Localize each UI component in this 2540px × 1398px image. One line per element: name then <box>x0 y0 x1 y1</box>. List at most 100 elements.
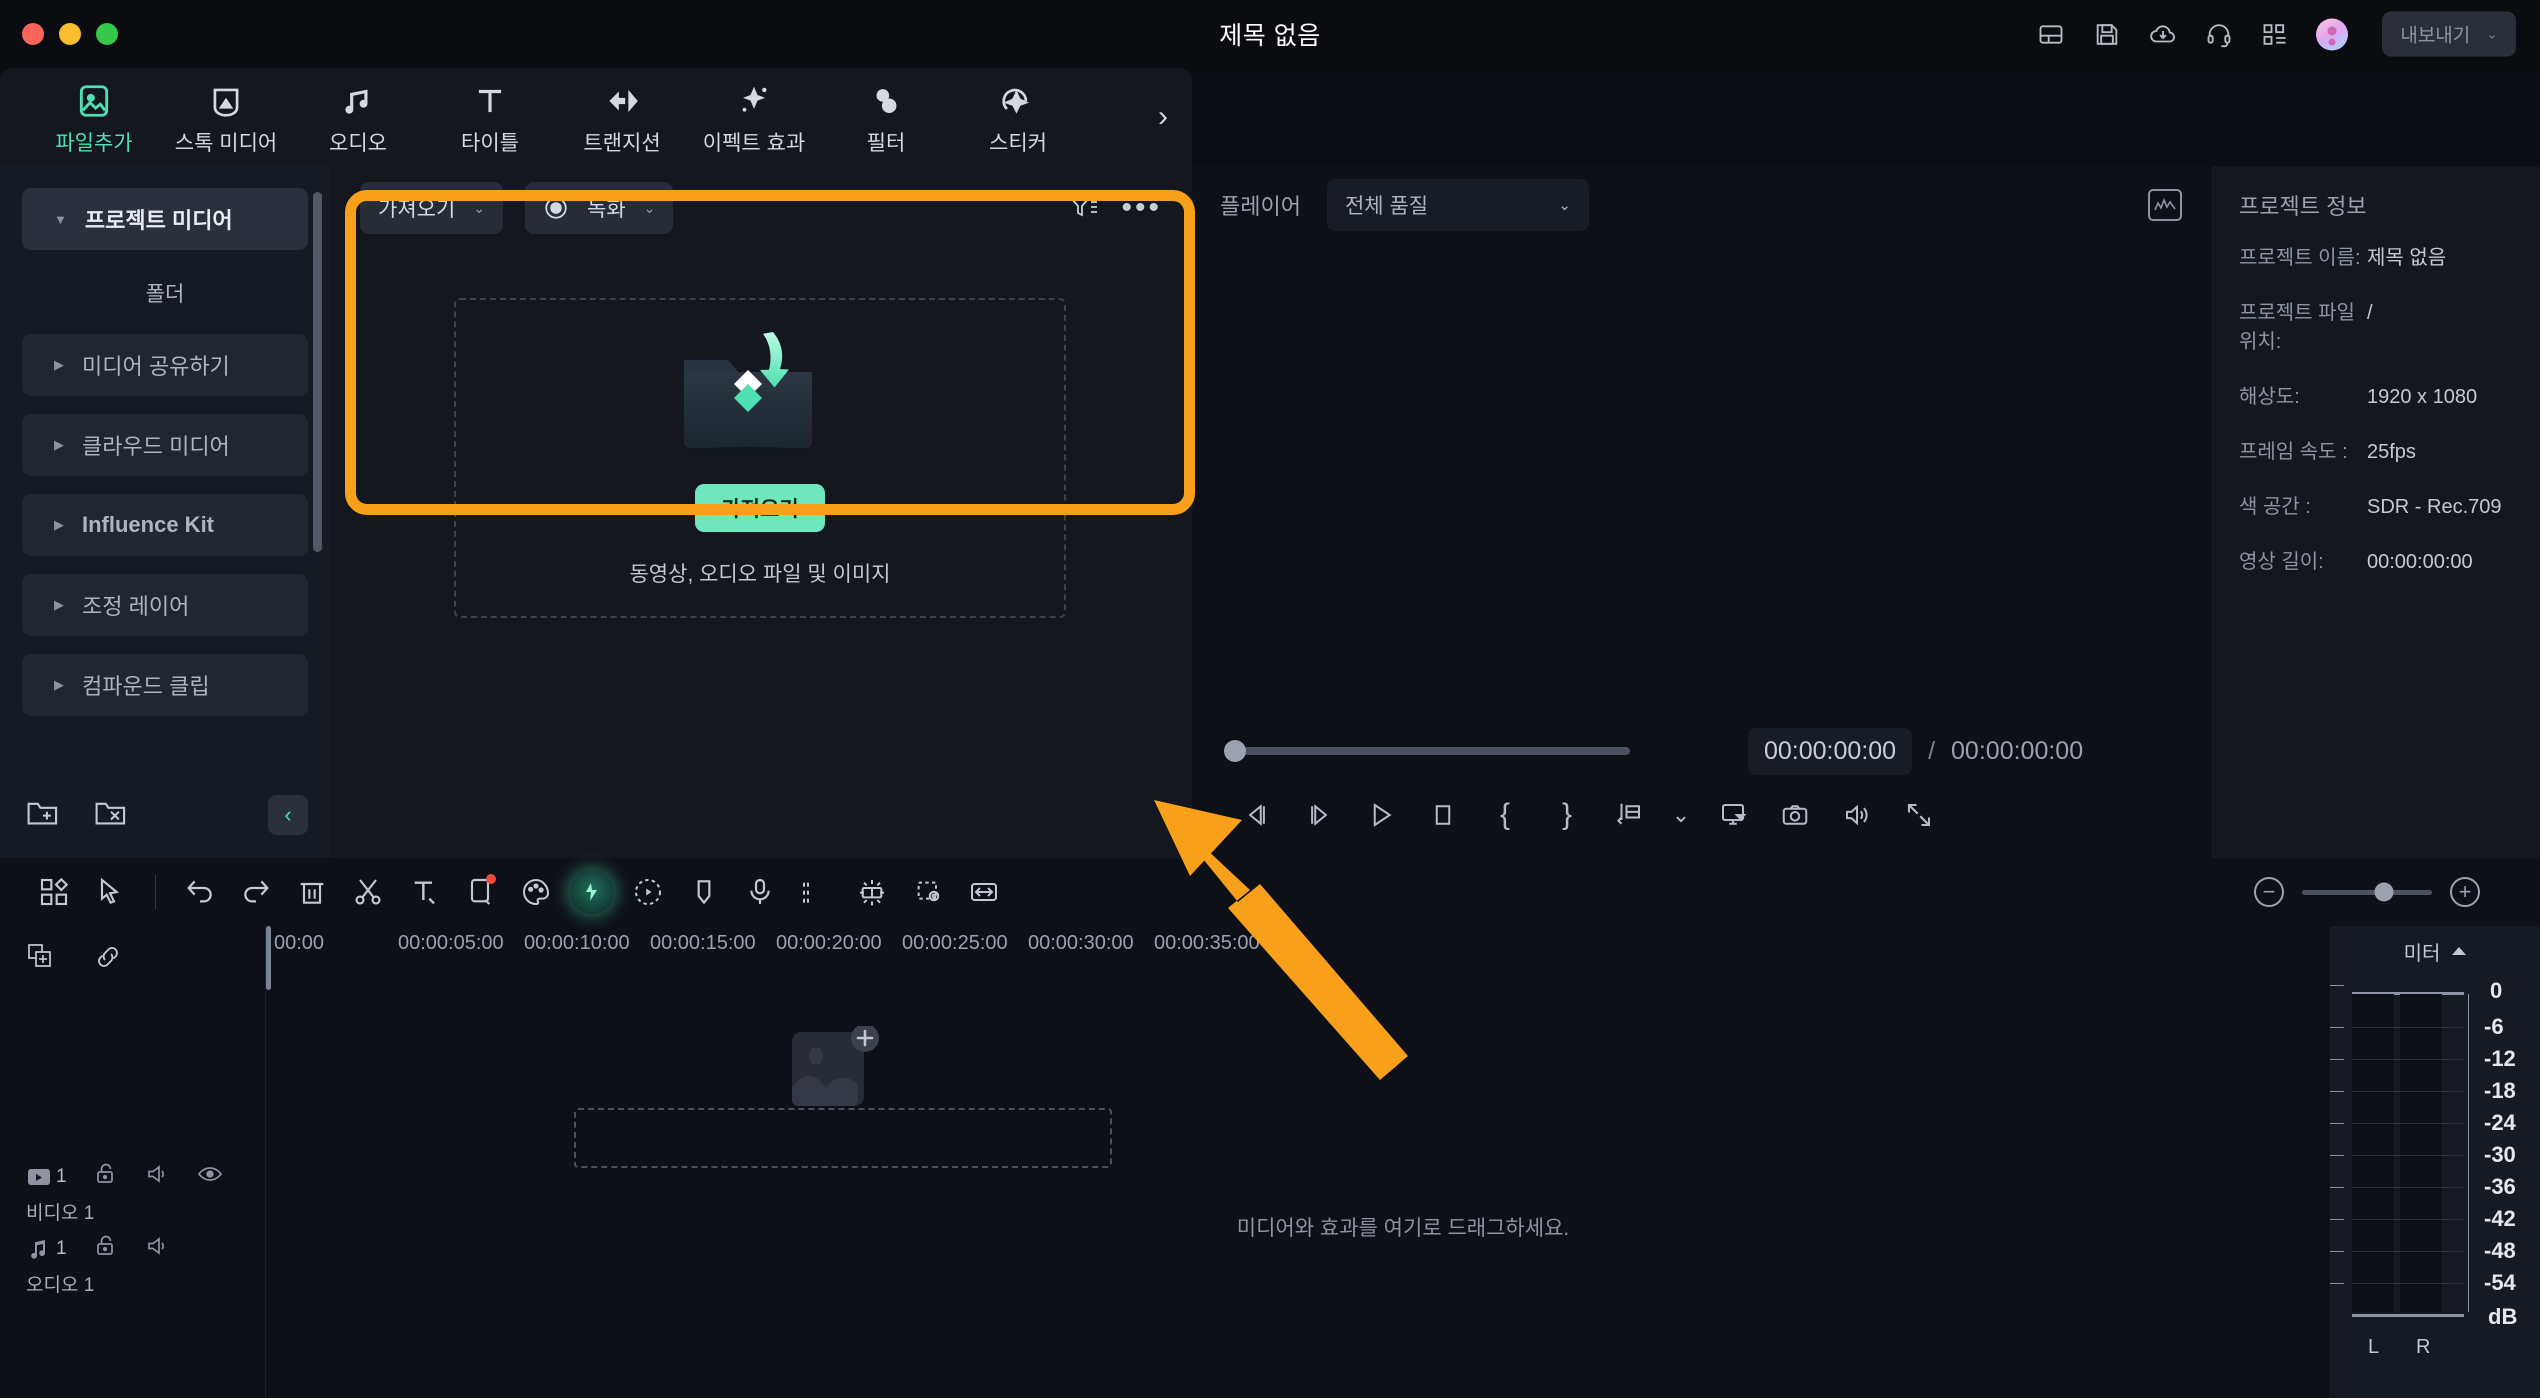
player-canvas[interactable] <box>1192 244 2210 718</box>
tab-label: 스톡 미디어 <box>174 131 278 155</box>
stop-icon[interactable] <box>1412 800 1474 830</box>
more-dots-icon[interactable]: ••• <box>1121 193 1162 223</box>
sidebar-item-cloud-media[interactable]: ▶ 클라우드 미디어 <box>22 414 308 476</box>
selection-tool-icon[interactable] <box>82 864 138 920</box>
sidebar-item-adjustment-layer[interactable]: ▶ 조정 레이어 <box>22 574 308 636</box>
seek-slider[interactable] <box>1224 740 1630 762</box>
crop-icon[interactable] <box>452 864 508 920</box>
playhead[interactable] <box>266 926 271 990</box>
tab-effects[interactable]: 이펙트 효과 <box>688 78 820 157</box>
undo-icon[interactable] <box>172 864 228 920</box>
prev-frame-icon[interactable] <box>1226 800 1288 830</box>
meter-title-row[interactable]: 미터 <box>2330 926 2540 976</box>
mute-icon[interactable] <box>145 1234 171 1263</box>
tab-stock-media[interactable]: 스톡 미디어 <box>160 78 292 157</box>
sidebar-item-project-media[interactable]: ▼ 프로젝트 미디어 <box>22 188 308 250</box>
sidebar-item-share-media[interactable]: ▶ 미디어 공유하기 <box>22 334 308 396</box>
zoom-slider-knob[interactable] <box>2374 882 2394 902</box>
close-window-button[interactable] <box>22 23 44 45</box>
next-frame-icon[interactable] <box>1288 800 1350 830</box>
sidebar-item-folder[interactable]: 폴더 <box>22 268 308 318</box>
tab-label: 스티커 <box>989 131 1047 155</box>
timeline-track-area[interactable]: 00:00 00:00:05:00 00:00:10:00 00:00:15:0… <box>265 926 2540 1398</box>
collapse-triangle-icon[interactable] <box>2452 947 2467 955</box>
marker-icon[interactable] <box>676 864 732 920</box>
zoom-in-button[interactable]: + <box>2450 877 2480 907</box>
import-dropdown-button[interactable]: 가져오기 ⌄ <box>360 182 504 234</box>
link-clips-icon[interactable] <box>92 942 124 977</box>
new-folder-icon[interactable] <box>26 798 60 833</box>
volume-icon[interactable] <box>1826 800 1888 830</box>
cloud-upload-icon[interactable] <box>2148 19 2178 49</box>
tabs-next-chevron-icon[interactable]: › <box>1158 100 1168 134</box>
voiceover-mic-icon[interactable] <box>732 864 788 920</box>
mute-icon[interactable] <box>145 1162 171 1191</box>
green-screen-icon[interactable] <box>844 864 900 920</box>
track-header-audio[interactable]: 1 오디오 1 <box>26 1234 171 1297</box>
add-text-icon[interactable] <box>396 864 452 920</box>
zoom-slider[interactable] <box>2302 882 2432 902</box>
window-controls[interactable] <box>22 23 118 45</box>
lock-icon[interactable] <box>93 1162 119 1191</box>
background-remove-icon[interactable] <box>900 864 956 920</box>
sidebar-scrollbar[interactable] <box>313 192 322 552</box>
delete-folder-icon[interactable] <box>94 798 128 833</box>
sidebar-item-influence-kit[interactable]: ▶ Influence Kit <box>22 494 308 556</box>
filter-sort-icon[interactable] <box>1067 193 1099 223</box>
split-marker-icon[interactable] <box>1598 800 1660 830</box>
seek-knob[interactable] <box>1224 740 1246 762</box>
tab-audio[interactable]: 오디오 <box>292 78 424 157</box>
tool-tabs: 파일추가 스톡 미디어 오디오 타이틀 트랜지션 이펙트 효과 필터 스티커 › <box>0 68 1192 166</box>
layout-panel-icon[interactable] <box>2036 19 2066 49</box>
fit-to-screen-icon[interactable] <box>956 864 1012 920</box>
quality-dropdown[interactable]: 전체 품질 ⌄ <box>1326 179 1589 231</box>
ai-tools-icon[interactable] <box>564 864 620 920</box>
track-header-video[interactable]: 1 비디오 1 <box>26 1162 223 1225</box>
lock-icon[interactable] <box>93 1234 119 1263</box>
headset-support-icon[interactable] <box>2204 19 2234 49</box>
minimize-window-button[interactable] <box>59 23 81 45</box>
chevron-left-icon[interactable]: ‹ <box>268 795 308 835</box>
snapshot-camera-icon[interactable] <box>1764 800 1826 830</box>
screen-cast-icon[interactable] <box>1702 800 1764 830</box>
audio-detach-icon[interactable] <box>788 864 844 920</box>
tab-sticker[interactable]: 스티커 <box>952 78 1084 157</box>
maximize-window-button[interactable] <box>96 23 118 45</box>
delete-icon[interactable] <box>284 864 340 920</box>
color-palette-icon[interactable] <box>508 864 564 920</box>
meter-title: 미터 <box>2403 942 2441 965</box>
current-time[interactable]: 00:00:00:00 <box>1748 727 1913 775</box>
waveform-scope-icon[interactable] <box>2148 189 2182 221</box>
redo-icon[interactable] <box>228 864 284 920</box>
timeline-canvas[interactable]: 미디어와 효과를 여기로 드래그하세요. <box>266 990 2540 1398</box>
zoom-out-button[interactable]: − <box>2254 877 2284 907</box>
split-scissors-icon[interactable] <box>340 864 396 920</box>
media-panel: 가져오기 ⌄ 녹화 ⌄ ••• 가져오기 동영상, 오디오 파일 및 이미지 <box>330 166 1192 858</box>
record-dropdown-button[interactable]: 녹화 ⌄ <box>525 182 674 234</box>
motion-tracking-icon[interactable] <box>620 864 676 920</box>
add-track-icon[interactable] <box>26 942 58 977</box>
info-key: 프레임 속도 : <box>2239 441 2348 463</box>
sidebar-item-compound-clip[interactable]: ▶ 컴파운드 클립 <box>22 654 308 716</box>
tab-media-add[interactable]: 파일추가 <box>28 78 160 157</box>
timeline-ruler[interactable]: 00:00 00:00:05:00 00:00:10:00 00:00:15:0… <box>266 926 2540 990</box>
apps-grid-icon[interactable] <box>2260 19 2290 49</box>
caret-right-icon: ▶ <box>54 597 64 612</box>
avatar[interactable] <box>2316 18 2349 50</box>
timeline-drop-strip[interactable] <box>574 1108 1112 1168</box>
play-icon[interactable] <box>1350 800 1412 830</box>
template-grid-icon[interactable] <box>26 864 82 920</box>
mark-out-icon[interactable]: } <box>1536 798 1598 832</box>
eye-visibility-icon[interactable] <box>197 1162 223 1191</box>
fullscreen-icon[interactable] <box>1888 800 1950 830</box>
media-dropzone[interactable]: 가져오기 동영상, 오디오 파일 및 이미지 <box>454 298 1066 618</box>
timeline-drag-hint: 미디어와 효과를 여기로 드래그하세요. <box>1236 1217 1570 1240</box>
tab-transition[interactable]: 트랜지션 <box>556 78 688 157</box>
tab-titles[interactable]: 타이틀 <box>424 78 556 157</box>
save-icon[interactable] <box>2092 19 2122 49</box>
dropdown-chevron-icon[interactable]: ⌄ <box>1660 802 1702 828</box>
tab-filter[interactable]: 필터 <box>820 78 952 157</box>
import-button[interactable]: 가져오기 <box>695 484 825 532</box>
export-button[interactable]: 내보내기 ⌄ <box>2382 11 2516 57</box>
mark-in-icon[interactable]: { <box>1474 798 1536 832</box>
